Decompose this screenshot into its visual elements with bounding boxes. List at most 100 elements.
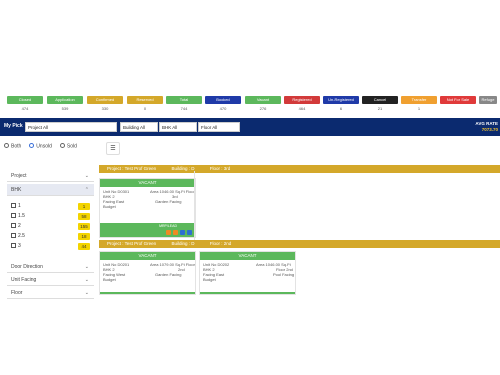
- unit-budget: Budget: [103, 277, 116, 282]
- status-badge[interactable]: Transfer: [401, 96, 437, 104]
- status-not-for-sale[interactable]: Not For Sale: [440, 96, 476, 116]
- status-badge[interactable]: Total: [166, 96, 202, 104]
- card-status-bar: [200, 292, 295, 294]
- status-badge[interactable]: Application: [47, 96, 83, 104]
- section-label: Floor: [11, 290, 23, 296]
- floor-select[interactable]: Floor All: [198, 122, 240, 132]
- status-count: 474: [21, 106, 29, 111]
- count-badge: 1: [78, 203, 90, 210]
- sold-filter: Both Unsold Sold: [4, 143, 77, 151]
- bhk-option[interactable]: 3 44: [11, 242, 93, 251]
- status-un-registered[interactable]: Un-Registered 6: [323, 96, 359, 116]
- home-icon[interactable]: [165, 230, 171, 235]
- section-label: Unit Facing: [11, 277, 37, 283]
- unit-status: VACANT: [200, 252, 295, 260]
- group-header: Project : Test Prof Green Building : D F…: [99, 165, 500, 173]
- checkbox[interactable]: [11, 222, 16, 228]
- count-badge: 18: [78, 233, 90, 240]
- status-count: 464: [298, 106, 306, 111]
- project-filter-section[interactable]: Project ⌄: [7, 170, 94, 182]
- count-badge: 58: [78, 213, 90, 220]
- status-badge[interactable]: Cancel: [362, 96, 398, 104]
- radio-icon: [4, 143, 9, 148]
- bhk-option[interactable]: 1 1: [11, 202, 93, 211]
- status-badge[interactable]: Booked: [205, 96, 241, 104]
- unit-budget: Budget: [103, 204, 116, 209]
- chevron-down-icon: ⌄: [84, 173, 89, 179]
- status-total[interactable]: Total 744: [166, 96, 202, 116]
- radio-sold[interactable]: Sold: [59, 143, 77, 151]
- checkbox[interactable]: [11, 232, 16, 238]
- status-reserved[interactable]: Reserved 0: [127, 96, 163, 116]
- checkbox[interactable]: [11, 202, 16, 208]
- unit-garden: Garden Facing: [155, 272, 182, 277]
- status-badge[interactable]: Vacant: [245, 96, 281, 104]
- group-floor: Floor : 2nd: [209, 241, 232, 246]
- status-count: 276: [259, 106, 267, 111]
- status-vacant[interactable]: Vacant 276: [245, 96, 281, 116]
- divider: [194, 171, 195, 241]
- status-badge[interactable]: Confirmed: [87, 96, 123, 104]
- card-status-bar: [100, 292, 195, 294]
- option-label: 1: [18, 203, 21, 209]
- status-badge[interactable]: Refuge: [479, 96, 497, 104]
- status-count: 470: [219, 106, 227, 111]
- status-count: 21: [377, 106, 383, 111]
- radio-unsold[interactable]: Unsold: [29, 143, 52, 151]
- group-header: Project : Test Prof Green Building : D F…: [99, 240, 500, 248]
- option-label: 2.5: [18, 233, 25, 239]
- unit-card[interactable]: VACANT Unit No D0301 Area 1046.00 Sq.Ft …: [99, 178, 196, 238]
- status-badge[interactable]: Not For Sale: [440, 96, 476, 104]
- checkbox[interactable]: [11, 242, 16, 248]
- building-select[interactable]: Building All: [120, 122, 158, 132]
- bhk-select[interactable]: BHK All: [159, 122, 197, 132]
- group-building: Building : D: [171, 166, 195, 171]
- share-icon[interactable]: [187, 230, 192, 235]
- footer-label: MRP/LEAD: [159, 224, 177, 228]
- project-select[interactable]: Project All: [25, 122, 117, 132]
- status-badge[interactable]: Un-Registered: [323, 96, 359, 104]
- document-icon[interactable]: [179, 230, 185, 235]
- status-closed[interactable]: Closed 474: [7, 96, 43, 116]
- radio-label: Both: [11, 143, 22, 150]
- door-direction-filter-section[interactable]: Door Direction ⌄: [7, 261, 94, 273]
- bhk-option[interactable]: 2 155: [11, 222, 93, 231]
- bhk-option[interactable]: 1.5 58: [11, 212, 93, 221]
- status-badge[interactable]: Closed: [7, 96, 43, 104]
- status-count: 330: [101, 106, 109, 111]
- radio-both[interactable]: Both: [4, 143, 21, 151]
- checkbox[interactable]: [11, 212, 16, 218]
- radio-label: Sold: [66, 143, 77, 150]
- unit-facing-filter-section[interactable]: Unit Facing ⌄: [7, 274, 94, 286]
- section-label: BHK: [11, 187, 22, 193]
- filter-sidebar: Project ⌄ BHK ⌃ 1 1 1.5 58 2 155 2.5 18 …: [7, 170, 94, 375]
- status-application[interactable]: Application 539: [47, 96, 83, 116]
- group-floor: Floor : 3rd: [209, 166, 231, 171]
- unit-area: Area 1079.00 Sq.Ft Floor: [150, 262, 195, 267]
- status-count: 744: [180, 106, 188, 111]
- unit-card[interactable]: VACANT Unit No D0201 Area 1079.00 Sq.Ft …: [99, 251, 196, 295]
- status-badge[interactable]: Reserved: [127, 96, 163, 104]
- unit-footer: MRP/LEAD: [100, 223, 195, 237]
- status-registered[interactable]: Registered 464: [284, 96, 320, 116]
- unit-garden: Garden Facing: [155, 199, 182, 204]
- status-transfer[interactable]: Transfer 1: [401, 96, 437, 116]
- unit-garden: Pool Facing: [273, 272, 295, 277]
- status-count: [440, 104, 476, 112]
- menu-button[interactable]: ☰: [106, 142, 120, 155]
- bhk-option[interactable]: 2.5 18: [11, 232, 93, 241]
- filter-bar: My Pick Project All Building All BHK All…: [0, 118, 500, 136]
- status-confirmed[interactable]: Confirmed 330: [87, 96, 123, 116]
- status-cancel[interactable]: Cancel 21: [362, 96, 398, 116]
- group-project: Project : Test Prof Green: [107, 241, 157, 246]
- home-icon[interactable]: [172, 230, 178, 235]
- status-badge[interactable]: Registered: [284, 96, 320, 104]
- unit-card[interactable]: VACANT Unit No D0202 Area 1046.00 Sq.Ft …: [199, 251, 296, 295]
- bhk-filter-section[interactable]: BHK ⌃: [7, 184, 94, 196]
- floor-filter-section[interactable]: Floor ⌄: [7, 287, 94, 299]
- status-booked[interactable]: Booked 470: [205, 96, 241, 116]
- group-project: Project : Test Prof Green: [107, 166, 157, 171]
- status-refuge[interactable]: Refuge: [479, 96, 497, 116]
- status-count: 6: [339, 106, 343, 111]
- unit-status: VACANT: [100, 179, 195, 187]
